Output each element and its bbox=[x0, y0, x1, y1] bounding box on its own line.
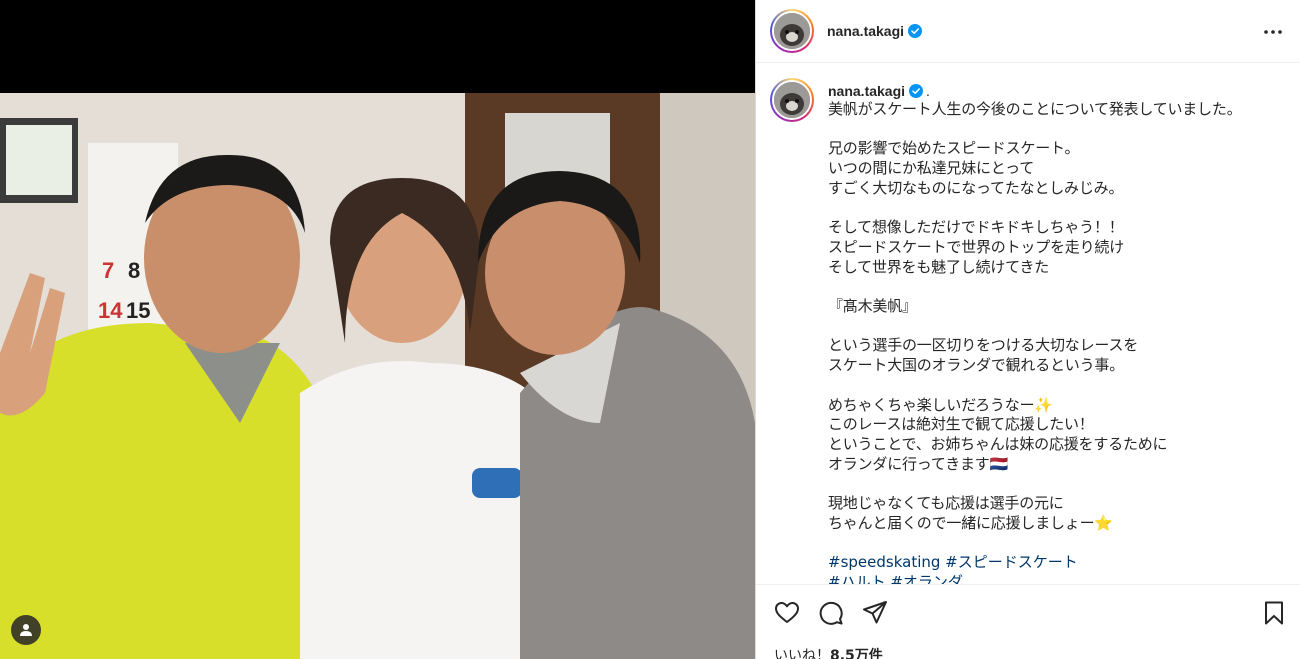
username-link[interactable]: nana.takagi bbox=[827, 23, 923, 39]
caption-text: 美帆がスケート人生の今後のことについて発表していました。 兄の影響で始めたスピー… bbox=[828, 100, 1242, 553]
svg-text:8: 8 bbox=[128, 258, 140, 283]
caption-line bbox=[828, 120, 1242, 140]
paper-plane-icon[interactable] bbox=[862, 600, 888, 626]
caption-line: スピードスケートで世界のトップを走り続け bbox=[828, 237, 1125, 256]
username[interactable]: nana.takagi bbox=[827, 23, 904, 39]
caption-row: nana.takagi . 美帆がスケート人生の今後のことについて発表していまし… bbox=[770, 78, 1287, 584]
caption-line: という選手の一区切りをつける大切なレースを bbox=[828, 336, 1139, 355]
caption-avatar[interactable] bbox=[770, 78, 814, 122]
caption-line: そして想像しただけでドキドキしちゃう！！ bbox=[828, 218, 1124, 237]
caption-line: スケート大国のオランダで観れるという事。 bbox=[828, 356, 1125, 375]
caption-line: 『髙木美帆』 bbox=[828, 297, 917, 316]
hashtag-link[interactable]: #speedskating bbox=[828, 553, 940, 571]
caption-line: めちゃくちゃ楽しいだろうなー✨ bbox=[828, 395, 1053, 414]
dog-avatar-icon bbox=[774, 82, 810, 118]
post-side-panel: nana.takagi nana.takagi . 美帆がスケート人生の今後のこ… bbox=[755, 0, 1300, 659]
comment-icon[interactable] bbox=[818, 600, 844, 626]
caption-dot: . bbox=[926, 83, 930, 99]
bookmark-icon[interactable] bbox=[1261, 600, 1287, 626]
svg-text:7: 7 bbox=[102, 258, 114, 283]
action-bar: いいね！8.5万件 bbox=[756, 584, 1300, 659]
svg-text:15: 15 bbox=[126, 298, 150, 323]
post-media[interactable]: 7 8 14 15 21 bbox=[0, 0, 755, 659]
likes-label: いいね！ bbox=[774, 648, 830, 659]
caption-line: ちゃんと届くので一緒に応援しましょー⭐️ bbox=[828, 513, 1113, 532]
verified-badge-icon bbox=[908, 24, 923, 38]
heart-icon[interactable] bbox=[774, 600, 800, 626]
hashtag-link[interactable]: #オランダ bbox=[890, 573, 963, 584]
more-horizontal-icon[interactable] bbox=[1262, 21, 1284, 43]
caption-line bbox=[828, 376, 1242, 396]
post-header: nana.takagi bbox=[756, 0, 1300, 63]
avatar[interactable] bbox=[770, 9, 814, 53]
photo-illustration: 7 8 14 15 21 bbox=[0, 93, 755, 659]
caption-line bbox=[828, 317, 1242, 337]
caption-line: オランダに行ってきます🇳🇱 bbox=[828, 454, 1009, 473]
svg-text:14: 14 bbox=[98, 298, 123, 323]
caption-line bbox=[828, 277, 1242, 297]
verified-badge-icon bbox=[909, 84, 924, 98]
hashtags-line-2: #ハルト #オランダ bbox=[828, 573, 1242, 584]
hashtag-link[interactable]: #ハルト bbox=[828, 573, 886, 584]
caption-line: 現地じゃなくても応援は選手の元に bbox=[828, 494, 1064, 513]
likes-count[interactable]: いいね！8.5万件 bbox=[774, 645, 883, 659]
caption-line: 兄の影響で始めたスピードスケート。 bbox=[828, 139, 1080, 158]
caption-scroll-area[interactable]: nana.takagi . 美帆がスケート人生の今後のことについて発表していまし… bbox=[756, 64, 1300, 584]
dog-avatar-icon bbox=[774, 13, 810, 49]
hashtags: #speedskating #スピードスケート #ハルト #オランダ bbox=[828, 553, 1242, 584]
caption-line: ということで、お姉ちゃんは妹の応援をするために bbox=[828, 434, 1168, 453]
caption-line: そして世界をも魅了し続けてきた bbox=[828, 257, 1050, 276]
user-tag-icon bbox=[20, 624, 32, 636]
caption-line: このレースは絶対生で観て応援したい！ bbox=[828, 415, 1094, 434]
caption-line: いつの間にか私達兄妹にとって bbox=[828, 159, 1035, 178]
hashtag-link[interactable]: #スピードスケート bbox=[945, 553, 1078, 571]
post-photo: 7 8 14 15 21 bbox=[0, 93, 755, 659]
caption-body: nana.takagi . 美帆がスケート人生の今後のことについて発表していまし… bbox=[828, 82, 1242, 584]
caption-username[interactable]: nana.takagi bbox=[828, 83, 905, 99]
hashtags-line-1: #speedskating #スピードスケート bbox=[828, 553, 1242, 573]
caption-line bbox=[828, 474, 1242, 494]
caption-username-row: nana.takagi . bbox=[828, 82, 1242, 100]
caption-line: すごく大切なものになってたなとしみじみ。 bbox=[828, 178, 1124, 197]
caption-line bbox=[828, 199, 1242, 219]
tag-button[interactable] bbox=[11, 615, 41, 645]
likes-number: 8.5万件 bbox=[830, 648, 883, 659]
caption-line: 美帆がスケート人生の今後のことについて発表していました。 bbox=[828, 100, 1242, 118]
